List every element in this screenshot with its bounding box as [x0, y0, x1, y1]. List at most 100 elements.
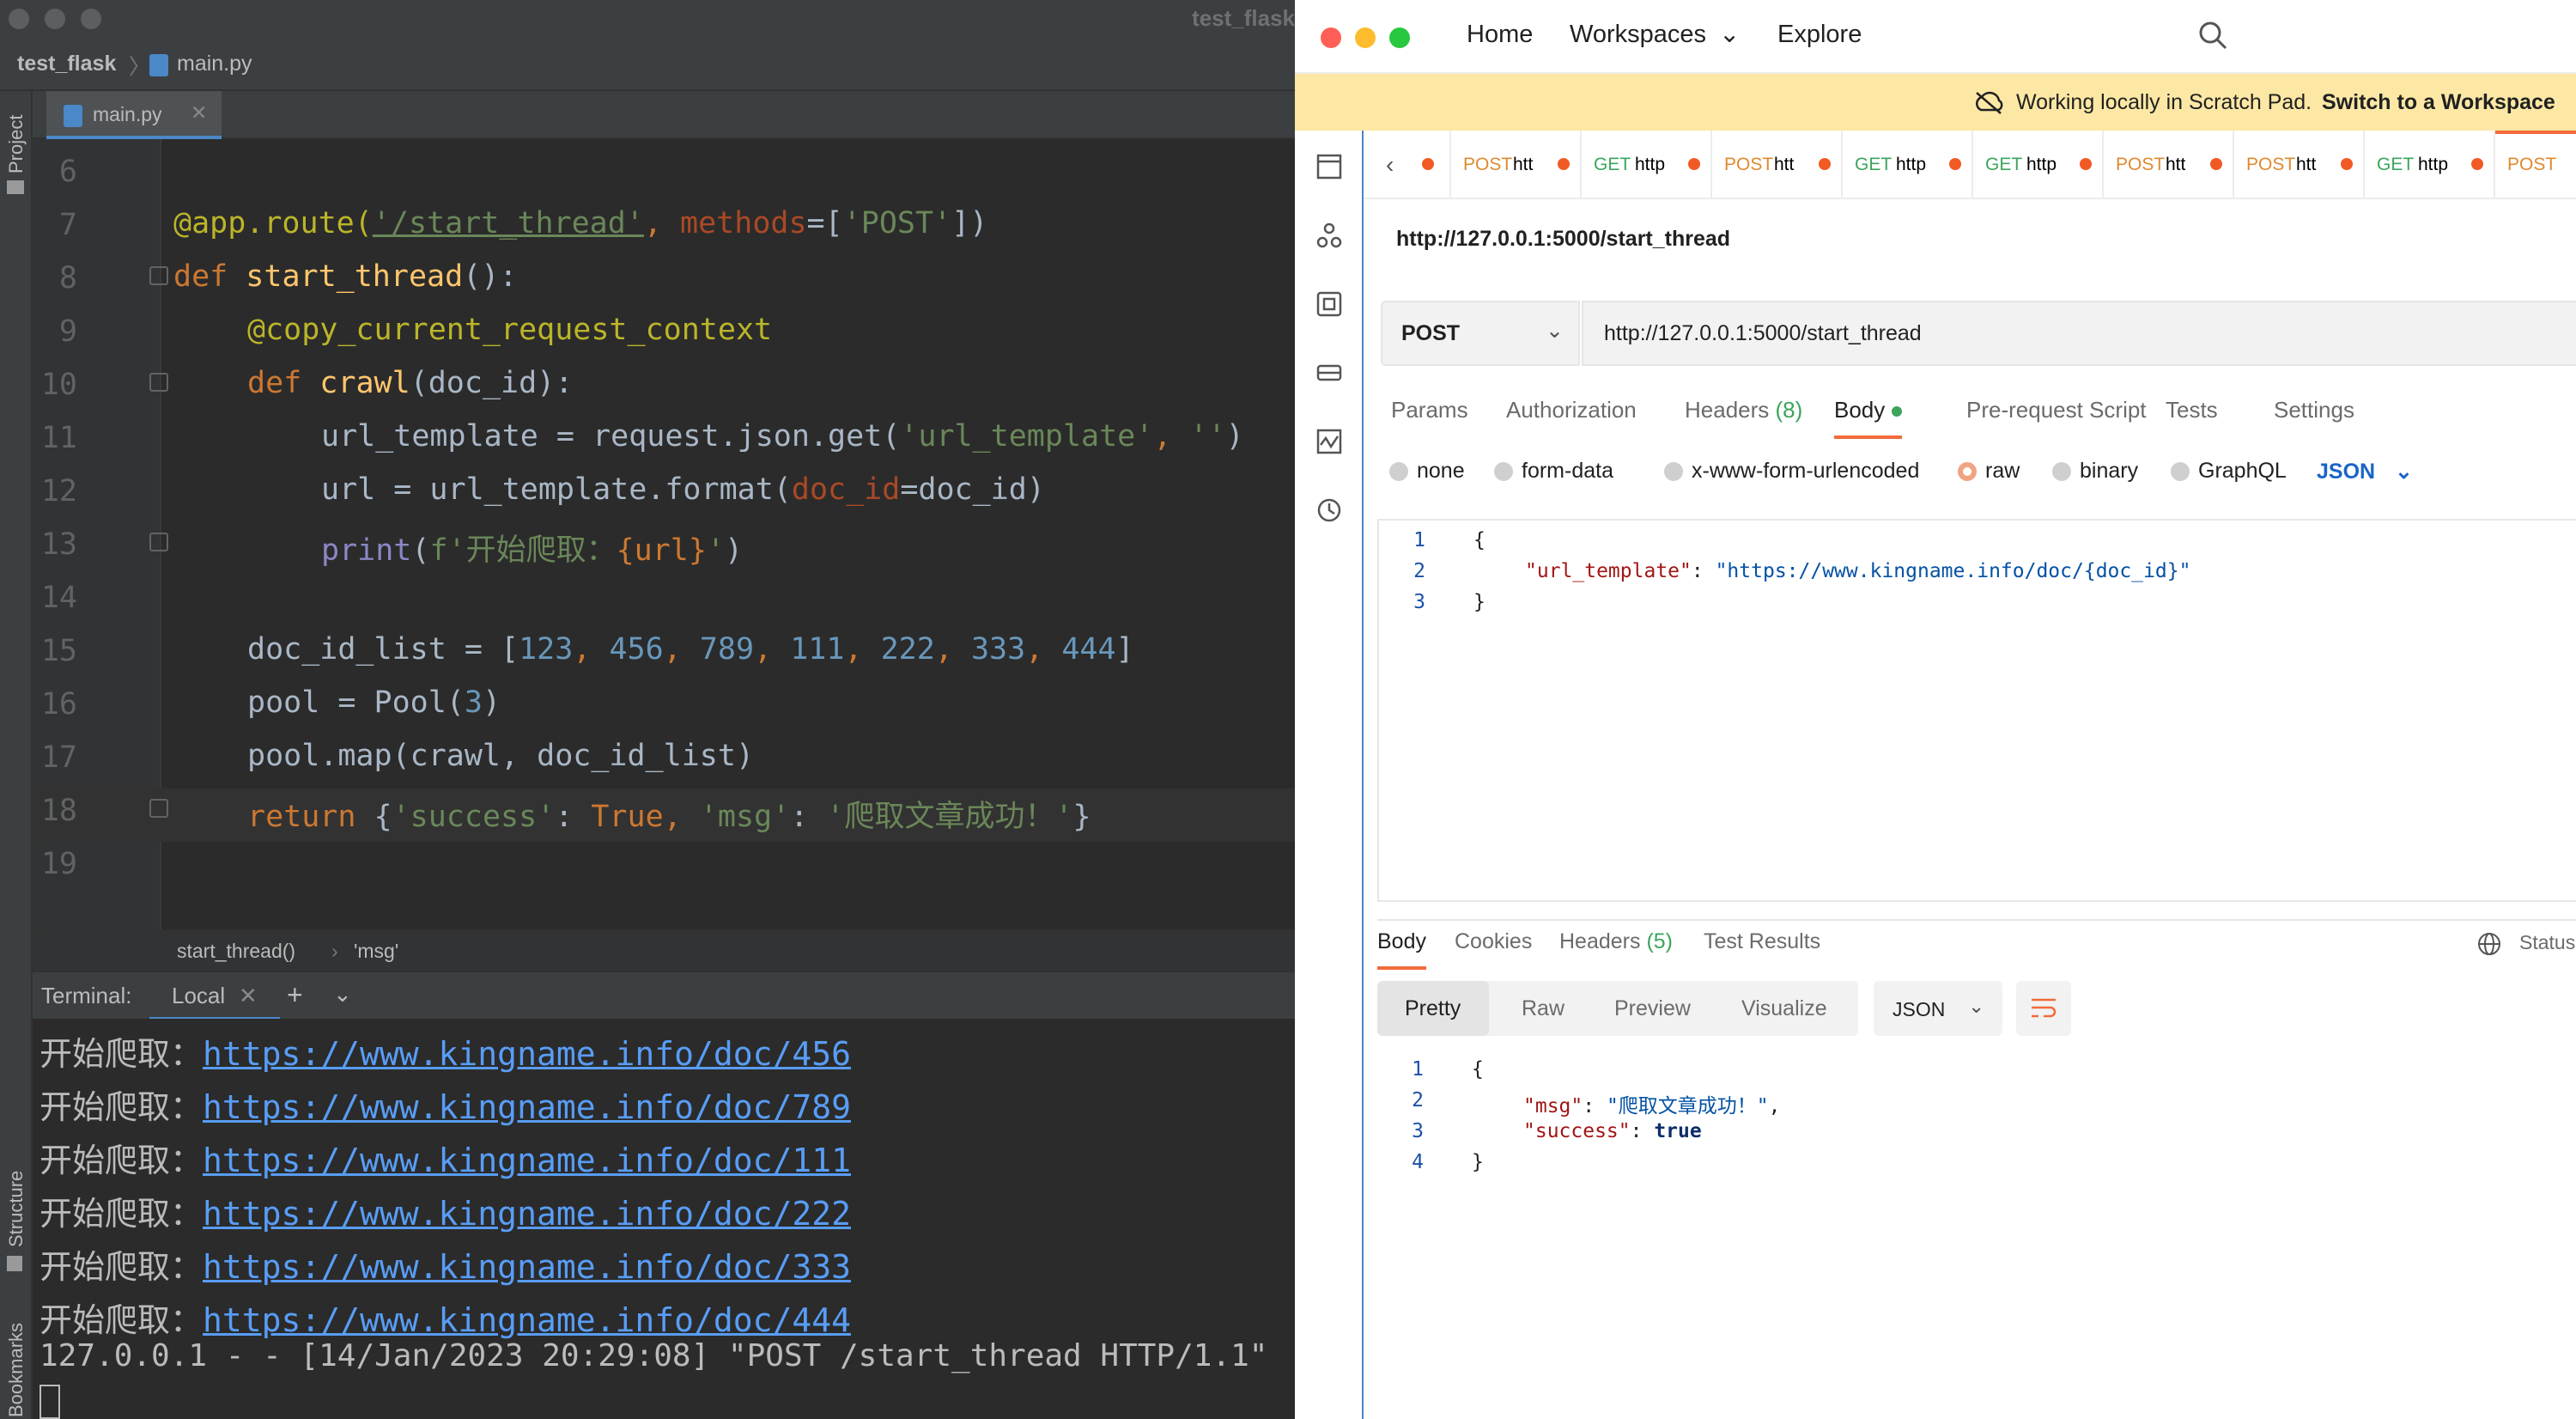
tab-params[interactable]: Params [1391, 397, 1468, 423]
radio-raw[interactable]: raw [1958, 459, 2020, 484]
nav-explore[interactable]: Explore [1777, 21, 1862, 49]
terminal-link[interactable]: https://www.kingname.info/doc/111 [203, 1142, 851, 1179]
mock-servers-icon[interactable] [1315, 359, 1343, 387]
number: 222 [880, 632, 935, 667]
tab-settings[interactable]: Settings [2274, 397, 2354, 423]
mode-raw-button[interactable]: Raw [1522, 996, 1564, 1021]
collections-icon[interactable] [1315, 153, 1343, 180]
tab-authorization[interactable]: Authorization [1506, 397, 1637, 423]
mode-preview-button[interactable]: Preview [1614, 996, 1691, 1021]
fold-marker-icon[interactable] [149, 373, 168, 392]
radio-binary[interactable]: binary [2052, 459, 2138, 484]
res-tab-test-results[interactable]: Test Results [1704, 929, 1820, 954]
request-tab[interactable]: GET http [2365, 131, 2495, 199]
request-tab[interactable]: GET http [1582, 131, 1712, 199]
zoom-window-button[interactable] [1389, 27, 1410, 48]
zoom-window-button[interactable] [81, 9, 101, 29]
code-text: url = url_template.format( [321, 472, 792, 507]
bookmarks-tool-button[interactable]: Bookmarks [5, 1323, 27, 1417]
nav-home[interactable]: Home [1467, 21, 1533, 49]
code-line[interactable]: def start_thread(): [173, 259, 517, 294]
fold-marker-icon[interactable] [149, 533, 168, 551]
code-line[interactable]: return {'success': True, 'msg': '爬取文章成功！… [247, 792, 1091, 836]
terminal-link[interactable]: https://www.kingname.info/doc/789 [203, 1088, 851, 1126]
url-input[interactable]: http://127.0.0.1:5000/start_thread [1582, 301, 2576, 366]
res-tab-cookies[interactable]: Cookies [1455, 929, 1532, 954]
request-tab[interactable]: GET http [1973, 131, 2104, 199]
code-line[interactable]: @app.route('/start_thread', methods=['PO… [173, 206, 987, 241]
mode-visualize-button[interactable]: Visualize [1741, 996, 1827, 1021]
minimize-window-button[interactable] [1355, 27, 1376, 48]
res-tab-body[interactable]: Body [1377, 929, 1426, 970]
terminal-output[interactable]: 开始爬取：https://www.kingname.info/doc/456 开… [33, 1019, 1295, 1419]
chevron-down-icon[interactable]: ⌄ [333, 981, 352, 1008]
project-tool-button[interactable]: Project [5, 115, 27, 174]
apis-icon[interactable] [1315, 222, 1343, 249]
code-line[interactable]: pool = Pool(3) [247, 685, 501, 720]
string: 'url_template' [900, 419, 1154, 454]
body-format-select[interactable]: JSON ⌄ [2317, 459, 2413, 484]
wrap-lines-button[interactable] [2016, 981, 2071, 1036]
minimize-window-button[interactable] [45, 9, 65, 29]
radio-urlencoded[interactable]: x-www-form-urlencoded [1664, 459, 1919, 484]
fold-marker-icon[interactable] [149, 799, 168, 818]
code-line[interactable]: url_template = request.json.get('url_tem… [321, 419, 1244, 454]
terminal-link[interactable]: https://www.kingname.info/doc/444 [203, 1301, 851, 1339]
code-line[interactable]: @copy_current_request_context [247, 313, 772, 347]
fold-marker-icon[interactable] [149, 266, 168, 285]
body-type-options: none form-data x-www-form-urlencoded raw… [1389, 455, 2576, 490]
breadcrumb-function[interactable]: start_thread() [177, 940, 295, 963]
radio-graphql[interactable]: GraphQL [2171, 459, 2287, 484]
mode-pretty-button[interactable]: Pretty [1377, 981, 1489, 1036]
plus-icon[interactable]: + [287, 979, 303, 1011]
request-name[interactable]: http://127.0.0.1:5000/start_thread [1396, 227, 1730, 252]
chevron-right-icon: 〉 [129, 55, 151, 79]
request-tab-active[interactable]: POST [2495, 131, 2576, 199]
terminal-tab-local[interactable]: Local ✕ [149, 972, 280, 1020]
request-tab[interactable]: POST htt [1451, 131, 1582, 199]
code-line[interactable]: url = url_template.format(doc_id=doc_id) [321, 472, 1045, 507]
code-line[interactable]: doc_id_list = [123, 456, 789, 111, 222, … [247, 632, 1134, 667]
radio-none[interactable]: none [1389, 459, 1465, 484]
close-icon[interactable]: ✕ [239, 983, 258, 1009]
code-line[interactable]: pool.map(crawl, doc_id_list) [247, 739, 754, 773]
keyword-arg: doc_id [791, 472, 901, 507]
close-icon[interactable]: ✕ [191, 101, 207, 125]
method-select[interactable]: POST ⌄ [1381, 301, 1580, 366]
res-tab-headers[interactable]: Headers (5) [1559, 929, 1673, 954]
monitors-icon[interactable] [1315, 428, 1343, 455]
request-tab[interactable]: POST htt [2104, 131, 2234, 199]
environments-icon[interactable] [1315, 290, 1343, 318]
tab-prerequest-script[interactable]: Pre-request Script [1966, 397, 2147, 423]
structure-tool-button[interactable]: Structure [5, 1171, 27, 1247]
response-format-select[interactable]: JSON ⌄ [1874, 981, 2002, 1036]
tab-headers[interactable]: Headers (8) [1685, 397, 1802, 423]
editor-tab-main-py[interactable]: main.py ✕ [46, 91, 222, 139]
request-tab[interactable] [1417, 131, 1451, 199]
chevron-left-icon[interactable]: ‹ [1386, 151, 1394, 179]
tab-body[interactable]: Body [1834, 397, 1902, 439]
breadcrumb-key[interactable]: 'msg' [354, 940, 398, 963]
radio-form-data[interactable]: form-data [1494, 459, 1613, 484]
history-icon[interactable] [1315, 496, 1343, 524]
close-window-button[interactable] [1321, 27, 1341, 48]
request-tab[interactable]: GET http [1843, 131, 1973, 199]
code-line[interactable]: def crawl(doc_id): [247, 366, 573, 400]
terminal-link[interactable]: https://www.kingname.info/doc/333 [203, 1248, 851, 1286]
code-line[interactable]: print(f'开始爬取：{url}') [321, 526, 743, 569]
close-window-button[interactable] [9, 9, 29, 29]
nav-workspaces[interactable]: Workspaces [1570, 21, 1706, 49]
breadcrumb-file[interactable]: main.py [177, 52, 252, 76]
request-body-editor[interactable]: 1 2 3 { "url_template": "https://www.kin… [1377, 519, 2576, 902]
tab-tests[interactable]: Tests [2166, 397, 2218, 423]
search-icon[interactable] [2198, 21, 2227, 50]
request-tab[interactable]: POST htt [2234, 131, 2365, 199]
globe-icon[interactable] [2476, 931, 2502, 957]
request-tab[interactable]: POST htt [1712, 131, 1843, 199]
switch-workspace-link[interactable]: Switch to a Workspace [2322, 90, 2555, 115]
breadcrumb-project[interactable]: test_flask [17, 52, 116, 76]
terminal-link[interactable]: https://www.kingname.info/doc/456 [203, 1035, 851, 1073]
chevron-down-icon[interactable]: ⌄ [1719, 19, 1740, 49]
terminal-link[interactable]: https://www.kingname.info/doc/222 [203, 1195, 851, 1233]
response-body[interactable]: 1 2 3 4 { "msg": "爬取文章成功！", "success": t… [1377, 1053, 2576, 1191]
